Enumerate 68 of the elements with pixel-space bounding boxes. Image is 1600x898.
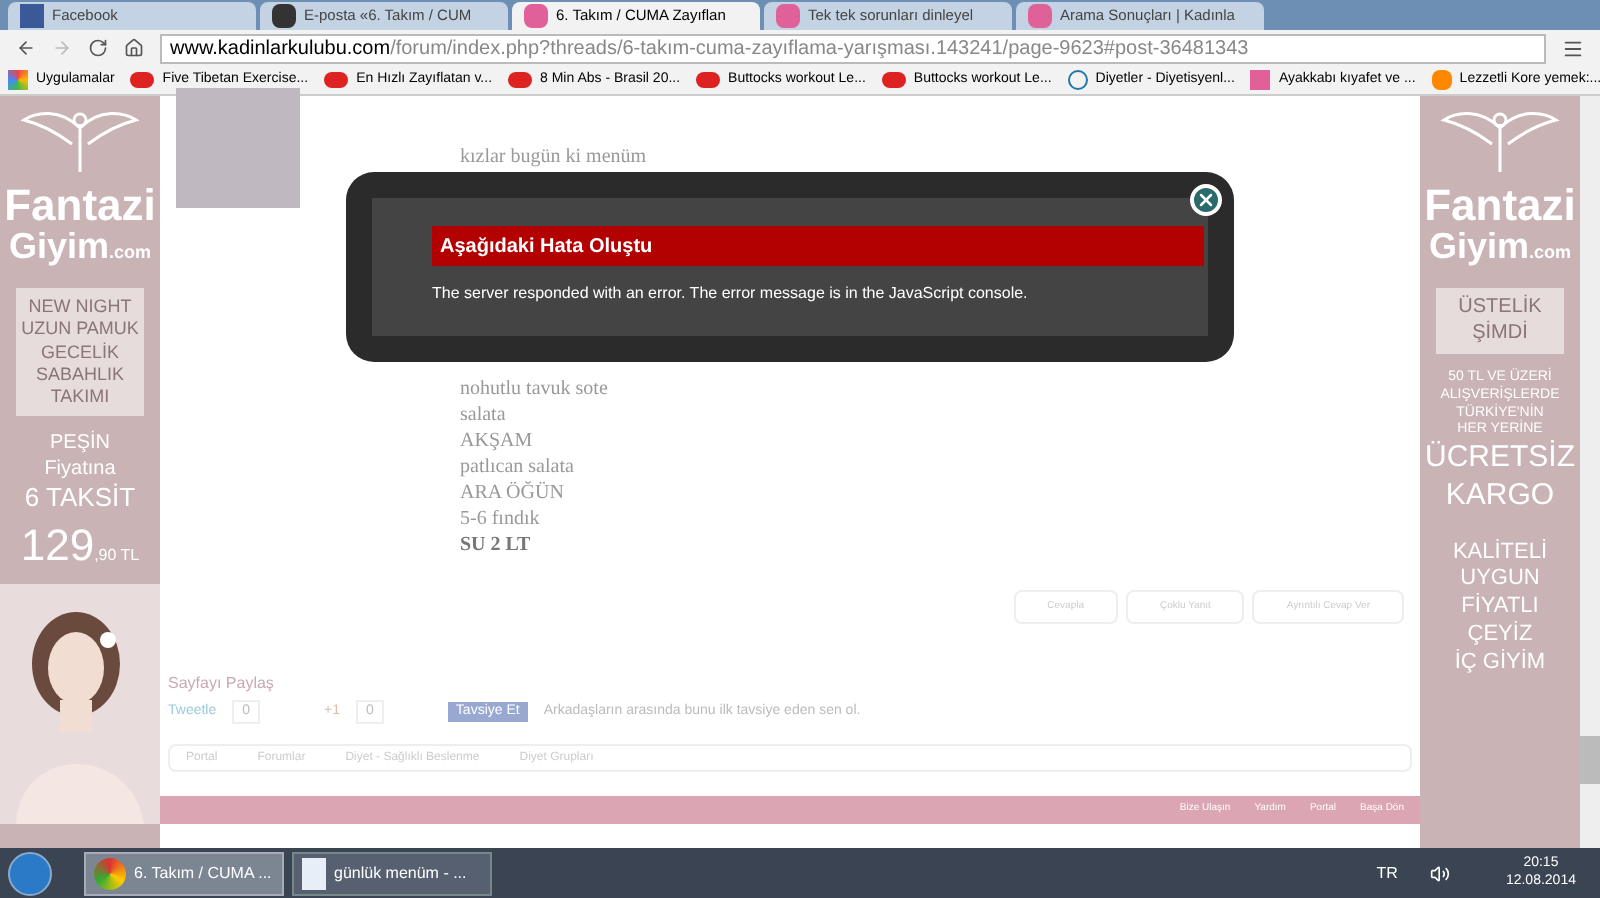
ad-text: SABAHLIK (35, 363, 125, 386)
ad-text: İÇ GİYİM (1454, 649, 1546, 677)
ad-text: GECELİK (40, 341, 119, 364)
site-icon (1028, 4, 1052, 28)
ad-brand: Giyim.com (8, 228, 152, 264)
site-icon (1067, 70, 1088, 90)
back-icon[interactable] (16, 38, 36, 58)
site-icon (776, 4, 800, 28)
blog-icon (1431, 70, 1452, 90)
reload-icon[interactable] (88, 38, 108, 58)
ad-text: ÜCRETSİZ (1425, 440, 1575, 478)
advertisement-banner[interactable]: Fantazi Giyim.com NEW NIGHT UZUN PAMUK GECELİK SABAHLIK TAKIMI PEŞİN Fiyatına 6 TAKSİT 129,90 TL (0, 96, 160, 848)
ad-text: ÜSTELİK (1458, 296, 1542, 320)
post-line: salata (460, 402, 506, 428)
ad-text: NEW NIGHT (28, 296, 132, 319)
close-icon (1196, 190, 1216, 210)
site-icon (1250, 70, 1271, 90)
post-line: ARA ÖĞÜN (460, 480, 564, 506)
ad-text: ÇEYİZ (1467, 621, 1533, 649)
url-path: /forum/index.php?threads/6-takım-cuma-zayıflama-yarışması.143241/page-9623#post-36481343 (390, 35, 1249, 61)
ad-text: 6 TAKSİT (24, 482, 136, 515)
video-icon (696, 72, 721, 88)
url-host: www.kadinlarkulubu.com (170, 35, 391, 61)
ad-text: KALİTELİ (1452, 539, 1548, 567)
ad-price: 129,90 TL (20, 523, 140, 567)
ad-text: UYGUN (1460, 566, 1540, 593)
video-icon (881, 72, 906, 88)
scrollbar[interactable] (1580, 96, 1600, 848)
language-indicator[interactable]: TR (1376, 861, 1398, 885)
video-icon (508, 72, 533, 88)
taskbar-button[interactable]: 6. Takım / CUMA ... (84, 851, 284, 895)
ad-text: ŞİMDİ (1472, 321, 1528, 346)
ad-brand: Fantazi (1424, 184, 1576, 228)
post-line: 5-6 fındık (460, 506, 540, 532)
ad-text: TAKIMI (50, 386, 110, 409)
post-line: AKŞAM (460, 428, 533, 454)
post-line: kızlar bugün ki menüm (460, 144, 647, 170)
address-bar[interactable]: www.kadinlarkulubu.com/forum/index.php?threads/6-takım-cuma-zayıflama-yarışması.143241/page-9623#post-36481343 (160, 33, 1546, 63)
volume-icon[interactable] (1429, 863, 1450, 883)
ad-brand: Fantazi (4, 184, 156, 228)
menu-icon[interactable] (1562, 37, 1584, 59)
error-title: Aşağıdaki Hata Oluştu (440, 233, 653, 261)
apps-icon (8, 70, 28, 90)
ad-brand: Giyim.com (1428, 228, 1572, 264)
chrome-icon (94, 857, 126, 889)
start-button[interactable] (8, 851, 52, 895)
error-message: The server responded with an error. The error message is in the JavaScript console. (432, 282, 1030, 306)
ad-text: FİYATLI (1461, 594, 1539, 621)
ad-text: PEŞİN (49, 432, 110, 458)
video-icon (324, 72, 349, 88)
home-icon[interactable] (124, 38, 144, 58)
avatar-image (176, 88, 300, 208)
ad-text: KARGO (1445, 477, 1555, 515)
video-icon (130, 72, 155, 88)
taskbar-label: günlük menüm - ... (334, 861, 467, 885)
ad-text: UZUN PAMUK (21, 318, 139, 341)
close-button[interactable] (1190, 184, 1222, 216)
taskbar-label: 6. Takım / CUMA ... (134, 861, 272, 885)
ad-text: Fiyatına (44, 457, 116, 483)
taskbar-button[interactable]: günlük menüm - ... (292, 851, 492, 895)
facebook-icon (20, 4, 44, 28)
post-line: SU 2 LT (460, 532, 531, 558)
document-icon (302, 857, 326, 889)
share-title: Sayfayı Paylaş (166, 672, 276, 696)
post-line: patlıcan salata (460, 454, 574, 480)
site-icon (524, 4, 548, 28)
post-line: nohutlu tavuk sote (460, 376, 608, 402)
mail-icon (272, 4, 296, 28)
